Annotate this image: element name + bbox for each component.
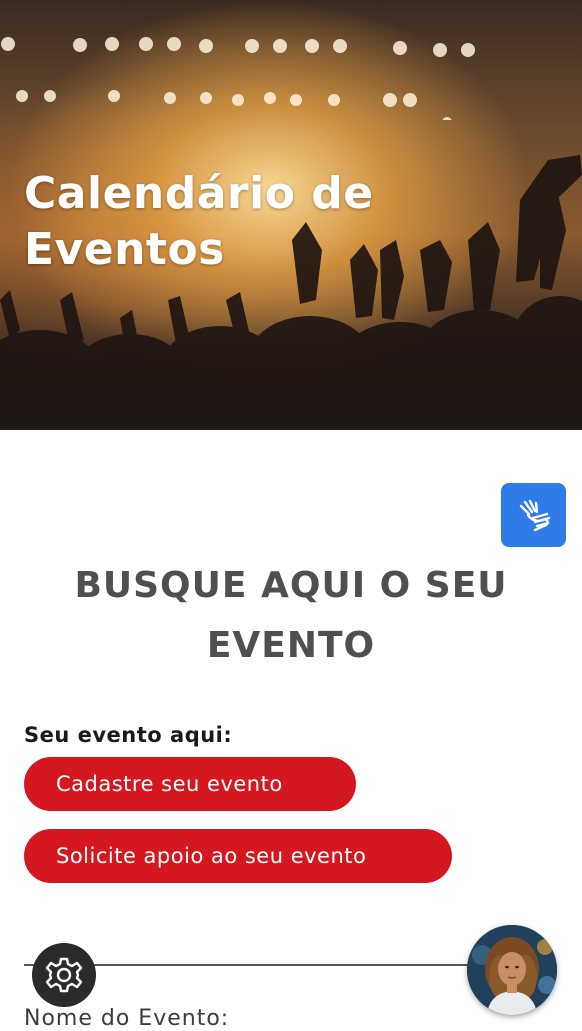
settings-button[interactable] [32,943,96,1007]
sign-language-button[interactable] [501,483,566,547]
hero-divider [0,427,582,430]
your-event-label: Seu evento aqui: [24,723,233,747]
page: Calendário de Eventos BUSQUE AQUI O SEU … [0,0,582,1031]
event-name-label: Nome do Evento: [24,1006,230,1031]
request-support-button[interactable]: Solicite apoio ao seu evento [24,829,452,883]
gear-icon [45,957,83,993]
search-heading-line1: BUSQUE AQUI O SEU [74,565,508,606]
hero-title-line2: Eventos [24,224,225,275]
search-heading-line2: EVENTO [206,625,376,666]
hero-title: Calendário de Eventos [24,166,444,278]
assistant-portrait [467,925,557,1015]
assistant-avatar[interactable] [467,925,557,1015]
sign-language-hands-icon [519,499,550,532]
search-heading: BUSQUE AQUI O SEU EVENTO [0,556,582,676]
hero-banner: Calendário de Eventos [0,0,582,428]
register-event-button[interactable]: Cadastre seu evento [24,757,356,811]
hero-title-line1: Calendário de [24,168,374,219]
